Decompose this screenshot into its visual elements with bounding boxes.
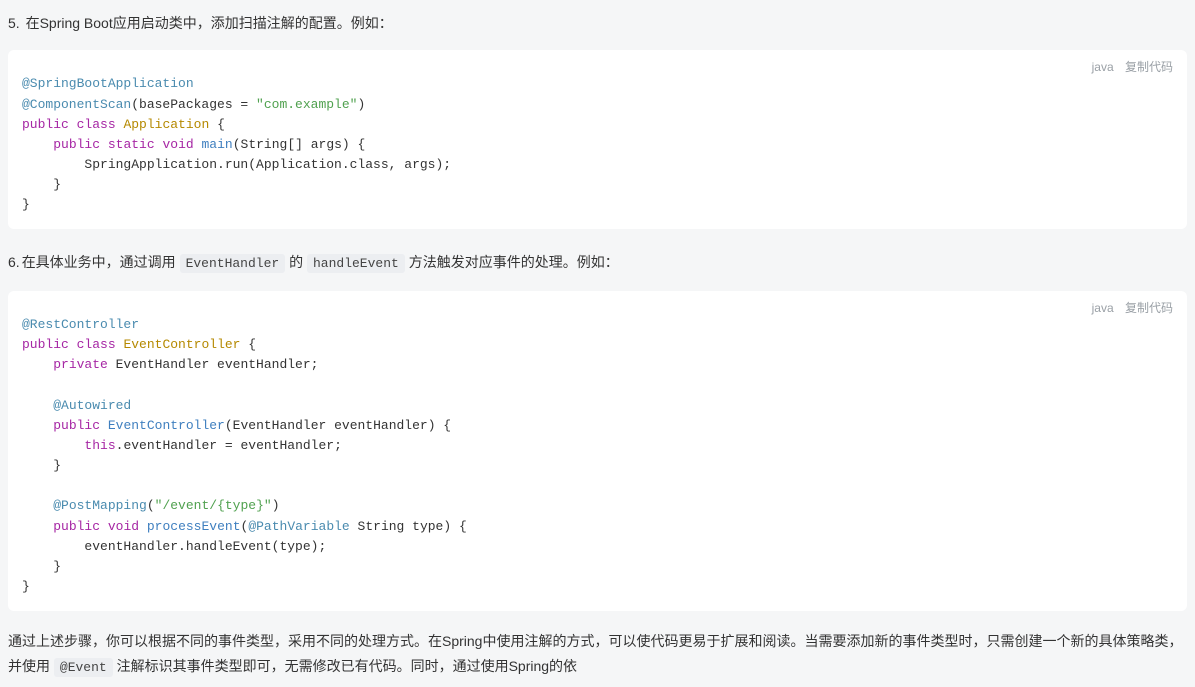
code-content-1: @SpringBootApplication @ComponentScan(ba…	[22, 60, 1173, 215]
step-5-desc: 在Spring Boot应用启动类中，添加扫描注解的配置。例如：	[26, 15, 393, 31]
step-5-text: 5. 在Spring Boot应用启动类中，添加扫描注解的配置。例如：	[8, 8, 1187, 46]
inline-code: handleEvent	[307, 254, 405, 273]
inline-code: EventHandler	[180, 254, 286, 273]
closing-paragraph: 通过上述步骤，你可以根据不同的事件类型，采用不同的处理方式。在Spring中使用…	[8, 629, 1187, 679]
code-lang-label: java	[1092, 60, 1114, 74]
code-header-1: java 复制代码	[1092, 58, 1173, 75]
copy-code-button[interactable]: 复制代码	[1125, 60, 1173, 74]
code-header-2: java 复制代码	[1092, 299, 1173, 316]
code-content-2: @RestController public class EventContro…	[22, 301, 1173, 597]
code-block-2: java 复制代码 @RestController public class E…	[8, 291, 1187, 611]
step-5-number: 5.	[8, 15, 20, 31]
code-block-1: java 复制代码 @SpringBootApplication @Compon…	[8, 50, 1187, 229]
code-lang-label: java	[1092, 301, 1114, 315]
step6-number: 6.	[8, 254, 20, 270]
inline-code: @Event	[54, 658, 113, 677]
step-6-text: 6.在具体业务中，通过调用 EventHandler 的 handleEvent…	[8, 247, 1187, 287]
copy-code-button[interactable]: 复制代码	[1125, 301, 1173, 315]
